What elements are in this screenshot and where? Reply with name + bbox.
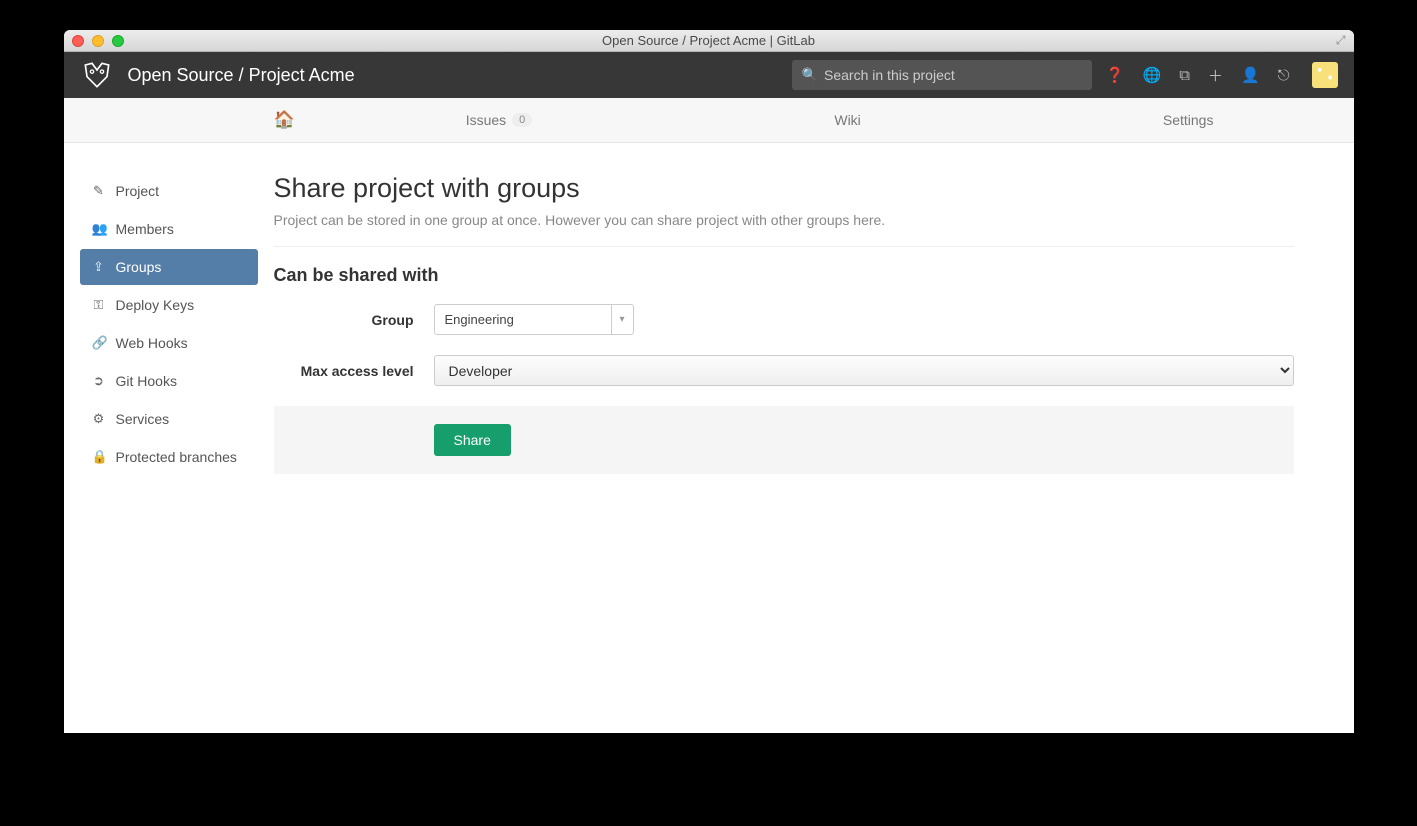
divider <box>274 246 1294 247</box>
home-icon: 🏠 <box>274 110 295 130</box>
users-icon: 👥 <box>92 221 106 237</box>
search-input[interactable] <box>824 67 1082 83</box>
page-title: Share project with groups <box>274 173 1294 204</box>
sidebar-item-protected-branches[interactable]: 🔒 Protected branches <box>80 439 258 475</box>
form-actions: Share <box>274 406 1294 474</box>
traffic-lights <box>72 35 124 47</box>
group-row: Group Engineering ▾ <box>274 304 1294 335</box>
minimize-window-icon[interactable] <box>92 35 104 47</box>
sidebar-item-web-hooks[interactable]: 🔗 Web Hooks <box>80 325 258 361</box>
window-title: Open Source / Project Acme | GitLab <box>602 33 815 48</box>
access-row: Max access level Developer <box>274 355 1294 386</box>
access-label: Max access level <box>274 363 434 379</box>
pencil-icon: ✎ <box>92 183 106 199</box>
plus-icon[interactable]: ＋ <box>1208 65 1223 86</box>
sidebar-item-label: Groups <box>116 259 162 275</box>
browser-window: Open Source / Project Acme | GitLab ⤢ Op… <box>64 30 1354 733</box>
section-title: Can be shared with <box>274 265 1294 286</box>
top-navbar: Open Source / Project Acme 🔍 ❓ 🌐 ⧉ ＋ 👤 ⎋ <box>64 52 1354 98</box>
nav-issues[interactable]: Issues 0 <box>446 112 553 128</box>
group-select[interactable]: Engineering ▾ <box>434 304 634 335</box>
project-breadcrumb[interactable]: Open Source / Project Acme <box>128 65 355 86</box>
nav-home[interactable]: 🏠 <box>254 110 315 130</box>
sidebar-item-label: Services <box>116 411 170 427</box>
sidebar-item-label: Members <box>116 221 174 237</box>
signout-icon[interactable]: ⎋ <box>1278 67 1290 84</box>
window-titlebar: Open Source / Project Acme | GitLab ⤢ <box>64 30 1354 52</box>
sidebar-item-groups[interactable]: ⇪ Groups <box>80 249 258 285</box>
sidebar-item-project[interactable]: ✎ Project <box>80 173 258 209</box>
access-level-select[interactable]: Developer <box>434 355 1294 386</box>
nav-issues-label: Issues <box>466 112 506 128</box>
gears-icon: ⚙ <box>92 411 106 427</box>
gitlab-logo-icon[interactable] <box>80 58 114 92</box>
nav-settings[interactable]: Settings <box>1143 112 1234 128</box>
sidebar-item-label: Deploy Keys <box>116 297 195 313</box>
lock-icon: 🔒 <box>92 449 106 465</box>
chevron-down-icon: ▾ <box>611 305 633 334</box>
share-button[interactable]: Share <box>434 424 511 456</box>
sidebar-item-label: Web Hooks <box>116 335 188 351</box>
sidebar-item-services[interactable]: ⚙ Services <box>80 401 258 437</box>
group-label: Group <box>274 312 434 328</box>
user-avatar[interactable] <box>1312 62 1338 88</box>
sidebar-item-label: Project <box>116 183 160 199</box>
sidebar-item-label: Git Hooks <box>116 373 177 389</box>
main-panel: Share project with groups Project can be… <box>274 143 1354 733</box>
key-icon: ⚿ <box>92 297 106 313</box>
search-box[interactable]: 🔍 <box>792 60 1092 90</box>
sidebar-item-label: Protected branches <box>116 449 237 465</box>
circle-arrow-icon: ➲ <box>92 373 106 389</box>
zoom-window-icon[interactable] <box>112 35 124 47</box>
globe-icon[interactable]: 🌐 <box>1143 66 1162 84</box>
fullscreen-icon[interactable]: ⤢ <box>1336 33 1346 48</box>
project-subnav: 🏠 Issues 0 Wiki Settings <box>64 98 1354 143</box>
sidebar-item-members[interactable]: 👥 Members <box>80 211 258 247</box>
nav-wiki[interactable]: Wiki <box>814 112 880 128</box>
page-description: Project can be stored in one group at on… <box>274 212 1294 228</box>
content-area: ✎ Project 👥 Members ⇪ Groups ⚿ Deploy Keys 🔗… <box>64 143 1354 733</box>
settings-sidebar: ✎ Project 👥 Members ⇪ Groups ⚿ Deploy Keys 🔗… <box>64 143 274 733</box>
group-select-value: Engineering <box>445 312 514 327</box>
share-icon: ⇪ <box>92 259 106 275</box>
close-window-icon[interactable] <box>72 35 84 47</box>
sidebar-item-git-hooks[interactable]: ➲ Git Hooks <box>80 363 258 399</box>
issues-count-badge: 0 <box>512 113 532 127</box>
link-icon: 🔗 <box>92 335 106 351</box>
header-actions: ❓ 🌐 ⧉ ＋ 👤 ⎋ <box>1106 62 1338 88</box>
sidebar-item-deploy-keys[interactable]: ⚿ Deploy Keys <box>80 287 258 323</box>
user-icon[interactable]: 👤 <box>1241 66 1260 84</box>
help-icon[interactable]: ❓ <box>1106 66 1125 84</box>
search-icon: 🔍 <box>802 67 818 83</box>
copy-icon[interactable]: ⧉ <box>1179 67 1190 84</box>
